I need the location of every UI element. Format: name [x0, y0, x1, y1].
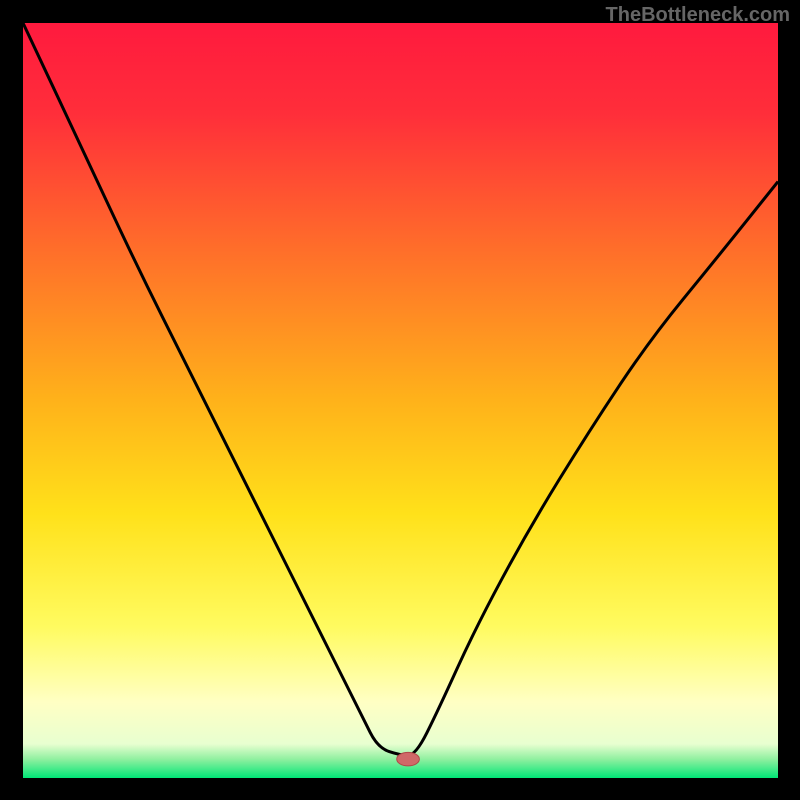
attribution-text: TheBottleneck.com [606, 4, 790, 27]
gradient-background [23, 23, 778, 778]
bottleneck-plot [23, 23, 778, 778]
plot-area [23, 23, 778, 778]
optimum-marker [397, 752, 420, 766]
chart-frame: TheBottleneck.com [0, 0, 800, 800]
